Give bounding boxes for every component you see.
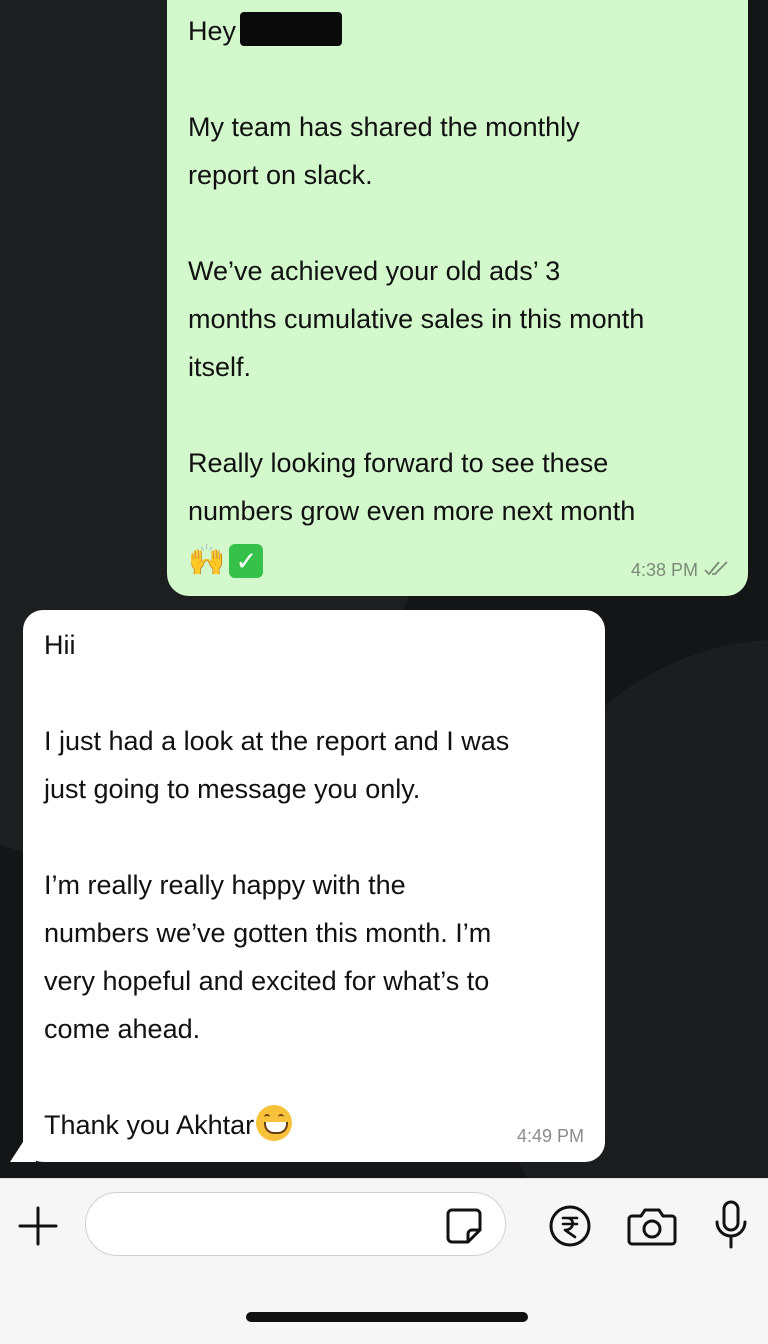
message-line: Thank you Akhtar: [44, 1101, 585, 1149]
message-line: We’ve achieved your old ads’ 3: [188, 256, 561, 286]
message-timestamp: 4:49 PM: [516, 1126, 584, 1146]
message-line: months cumulative sales in this month: [188, 304, 645, 334]
plus-icon[interactable]: [16, 1204, 60, 1248]
raising-hands-icon: 🙌: [188, 542, 226, 578]
chat-area[interactable]: Hey My team has shared the monthly repor…: [0, 0, 768, 1178]
redacted-name: [240, 12, 343, 46]
message-line: I’m really really happy with the: [44, 870, 406, 900]
thank-you-text: Thank you Akhtar: [44, 1110, 255, 1140]
microphone-icon[interactable]: [711, 1199, 751, 1251]
message-input[interactable]: [85, 1192, 506, 1256]
rupee-payment-icon[interactable]: [548, 1204, 592, 1248]
grinning-face-icon: [256, 1104, 293, 1141]
message-line: My team has shared the monthly: [188, 112, 580, 142]
message-line: itself.: [188, 352, 252, 382]
camera-icon[interactable]: [626, 1204, 678, 1248]
message-line: Hii: [44, 630, 76, 660]
greeting-text: Hey: [188, 16, 237, 46]
message-line: just going to message you only.: [44, 774, 421, 804]
double-check-read-icon: [704, 560, 730, 578]
message-line: Really looking forward to see these: [188, 448, 609, 478]
message-line: I just had a look at the report and I wa…: [44, 726, 510, 756]
message-line: Hey: [188, 7, 728, 55]
sticker-icon[interactable]: [444, 1206, 484, 1246]
message-line: numbers grow even more next month: [188, 496, 636, 526]
check-mark-button-icon: ✓: [229, 543, 264, 578]
message-timestamp: 4:38 PM: [630, 560, 698, 580]
message-line: very hopeful and excited for what’s to: [44, 966, 490, 996]
message-line: numbers we’ve gotten this month. I’m: [44, 918, 492, 948]
message-line: come ahead.: [44, 1014, 201, 1044]
outgoing-message-bubble[interactable]: Hey My team has shared the monthly repor…: [167, 0, 748, 596]
message-line: report on slack.: [188, 160, 373, 190]
incoming-message-bubble[interactable]: Hii I just had a look at the report and …: [23, 610, 605, 1162]
home-indicator[interactable]: [246, 1312, 528, 1322]
